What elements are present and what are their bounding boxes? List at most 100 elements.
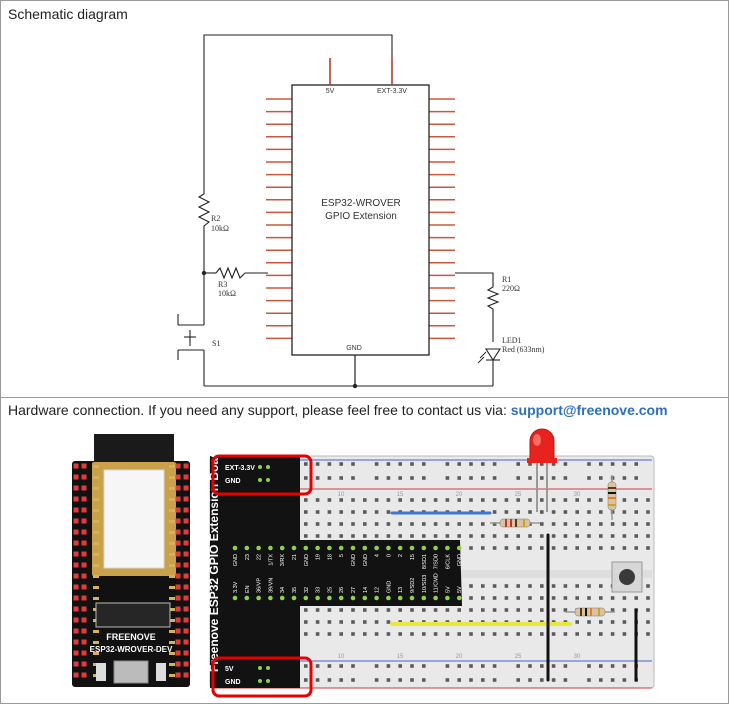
breadboard-hole [646,584,650,588]
esp32-module-shield [103,469,165,569]
ext-top-pin [433,545,438,551]
breadboard-hole [634,462,638,466]
breadboard-hole [374,608,379,612]
breadboard-hole [469,664,473,668]
breadboard-hole [469,546,473,550]
breadboard-hole [410,522,414,526]
breadboard-hole [398,498,402,502]
breadboard-hole [481,546,485,550]
push-button[interactable] [611,561,643,593]
breadboard-hole [551,510,556,514]
breadboard-hole [304,510,308,514]
ext-bottom-pin-label: 25 [327,587,333,593]
reset-button[interactable] [96,663,106,681]
breadboard-hole [492,632,497,636]
breadboard-hole [516,584,520,588]
breadboard-hole [528,608,532,612]
header-pin [183,540,189,546]
breadboard-hole [492,476,497,480]
ext-bottom-pin-label: 3.3V [233,581,239,593]
breadboard-hole [622,546,627,550]
header-pin [175,518,181,524]
breadboard-hole [457,608,461,612]
breadboard-hole [374,462,379,466]
ext-top-pin-label: GND [351,554,357,566]
ext-top-pin-label: GND [363,554,369,566]
breadboard-hole [374,632,379,636]
breadboard-hole [634,510,638,514]
breadboard-hole [351,462,355,466]
breadboard-hole [646,546,650,550]
breadboard-hole [634,546,638,550]
ext-top-pin [397,545,403,551]
ext-top-pin [315,545,320,551]
camera-connector [95,602,171,628]
module-pad [93,586,99,589]
header-pin [183,672,189,678]
header-pin [183,562,189,568]
module-pad [169,597,175,600]
module-pad [169,674,175,677]
ext-top-pin-label: 22 [257,554,263,560]
header-pin [81,595,87,601]
breadboard-hole [410,664,414,668]
breadboard-hole [386,620,391,624]
column-number: 30 [574,492,581,498]
breadboard-hole [504,498,509,502]
ext-bottom-pin-label: 9/SD2 [410,578,416,593]
breadboard-hole [398,462,402,466]
breadboard-hole [398,534,402,538]
breadboard-hole [386,534,391,538]
breadboard-hole [374,664,379,668]
header-pin [81,463,87,469]
breadboard-hole [315,664,320,668]
module-pad [169,575,175,578]
breadboard-hole [398,632,402,636]
ext33-pin-label: EXT-3.3V [225,465,255,472]
breadboard-hole [410,534,414,538]
ext-top-pin [456,545,462,551]
module-pad [93,509,99,512]
breadboard-hole [599,522,603,526]
breadboard-hole [433,608,438,612]
header-pin [73,474,79,480]
breadboard-hole [563,664,568,668]
header-pin [175,551,181,557]
ext-top-pin-label: 7/SD0 [434,554,440,569]
breadboard-hole [339,678,343,682]
breadboard-hole [634,476,638,480]
breadboard-hole [327,510,332,514]
breadboard-hole [327,534,332,538]
column-number: 25 [515,492,522,498]
breadboard-hole [528,596,532,600]
header-pin [81,518,87,524]
breadboard-hole [540,596,544,600]
header-pin [81,672,87,678]
ext-top-pin [327,545,332,551]
header-pin [183,529,189,535]
ext-bottom-pin-label: 26 [339,587,345,593]
breadboard-hole [481,534,485,538]
header-pin [183,584,189,590]
breadboard-hole [422,678,426,682]
breadboard-hole [422,664,426,668]
module-pad [93,542,99,545]
boot-button[interactable] [156,663,166,681]
ext-top-pin-label: 21 [292,554,298,560]
breadboard-hole [445,522,450,526]
ext-bottom-pin-label: 34 [280,587,286,593]
ext-bottom-pin-label: 27 [351,587,357,593]
module-pad [93,520,99,523]
ext-bottom-pin [338,595,344,601]
header-pin [175,496,181,502]
breadboard-hole [374,476,379,480]
ext-top-pin [268,545,273,551]
breadboard-hole [634,534,638,538]
breadboard-hole [516,476,520,480]
breadboard-hole [646,608,650,612]
usb-port[interactable] [113,660,149,684]
header-pin [81,606,87,612]
header-pin [183,606,189,612]
header-pin [73,617,79,623]
breadboard-hole [622,608,627,612]
